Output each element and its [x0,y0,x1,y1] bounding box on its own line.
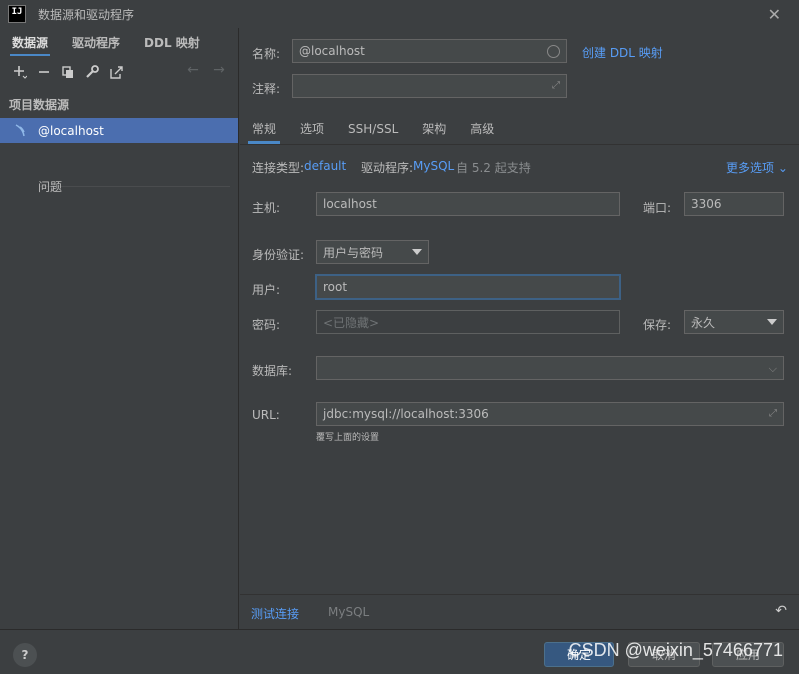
auth-label: 身份验证: [252,248,305,262]
save-select[interactable]: 永久 [684,310,784,334]
user-value: root [323,280,348,294]
left-toolbar: ← → [0,58,238,86]
database-label: 数据库: [252,364,293,378]
driver-name: MySQL [328,605,370,619]
url-value: jdbc:mysql://localhost:3306 [323,407,489,421]
tabs-separator [240,144,799,145]
tab-general[interactable]: 常规 [247,114,281,144]
port-label: 端口: [643,201,672,215]
url-field[interactable]: jdbc:mysql://localhost:3306 ⤢ [316,402,784,426]
window-title: 数据源和驱动程序 [38,7,135,22]
datasource-label: @localhost [38,123,104,138]
remove-icon[interactable] [32,61,56,83]
right-panel: 名称: @localhost 创建 DDL 映射 注释: ⤢ 常规 选项 SSH… [240,28,799,629]
expand-icon[interactable]: ⤢ [769,408,777,419]
wrench-icon[interactable] [80,61,104,83]
password-placeholder: <已隐藏> [323,315,380,330]
port-field[interactable]: 3306 [684,192,784,216]
open-external-icon[interactable] [104,61,128,83]
app-logo-icon: IJ [8,5,26,23]
user-field[interactable]: root [315,274,621,300]
chevron-down-icon: ⌵ [768,362,777,375]
undo-icon[interactable]: ↶ [775,603,787,619]
datasource-item-localhost[interactable]: @localhost [0,118,238,143]
password-field[interactable]: <已隐藏> [316,310,620,334]
url-hint: 覆写上面的设置 [316,433,380,443]
tab-ddl-mappings[interactable]: DDL 映射 [144,28,200,58]
comment-label: 注释: [252,82,281,96]
driver-label: 驱动程序: [361,161,414,175]
auth-select[interactable]: 用户与密码 [316,240,429,264]
user-label: 用户: [252,283,281,297]
database-select[interactable]: ⌵ [316,356,784,380]
url-label: URL: [252,408,280,422]
dropdown-arrow-icon [412,249,422,255]
host-value: localhost [323,197,377,211]
tab-schemas[interactable]: 架构 [422,114,446,144]
connection-type-link[interactable]: default [304,159,346,173]
driver-support-text: 自 5.2 起支持 [456,161,531,175]
color-circle-icon[interactable] [547,45,560,58]
save-label: 保存: [643,318,672,332]
comment-field[interactable]: ⤢ [292,74,567,98]
nav-arrows: ← → [180,62,232,78]
help-icon[interactable]: ? [13,643,37,667]
host-field[interactable]: localhost [316,192,620,216]
name-field[interactable]: @localhost [292,39,567,63]
tab-ssh-ssl[interactable]: SSH/SSL [348,114,398,144]
forward-arrow-icon[interactable]: → [206,62,232,78]
mysql-dolphin-icon [15,123,25,136]
divider [40,186,230,187]
bottom-bar: 测试连接 MySQL ↶ [240,594,799,629]
tab-drivers[interactable]: 驱动程序 [72,28,120,58]
tab-options[interactable]: 选项 [300,114,324,144]
create-ddl-mapping-link[interactable]: 创建 DDL 映射 [582,44,663,61]
name-value: @localhost [299,44,365,58]
more-options-label: 更多选项 [726,161,775,175]
dialog-window: IJ 数据源和驱动程序 ✕ 数据源 驱动程序 DDL 映射 ← → 项目数据源 … [0,0,799,674]
name-label: 名称: [252,47,281,61]
expand-icon[interactable]: ⤢ [552,80,560,91]
watermark: CSDN @weixin_57466771 [568,640,783,660]
config-tabs: 常规 选项 SSH/SSL 架构 高级 [240,114,799,144]
chevron-down-icon: ⌄ [777,161,788,175]
test-connection-link[interactable]: 测试连接 [251,605,299,622]
password-label: 密码: [252,318,281,332]
host-label: 主机: [252,201,281,215]
footer: ? 确定 取消 应用 CSDN @weixin_57466771 [0,629,799,674]
left-panel: 数据源 驱动程序 DDL 映射 ← → 项目数据源 @localhost 问题 [0,28,239,629]
close-icon[interactable]: ✕ [768,5,781,24]
driver-link[interactable]: MySQL [413,159,454,173]
section-label: 项目数据源 [9,98,70,112]
problems-item[interactable]: 问题 [38,178,62,195]
connection-type-label: 连接类型: [252,161,305,175]
add-icon[interactable] [8,61,32,83]
left-tabs: 数据源 驱动程序 DDL 映射 [0,28,238,58]
tab-advanced[interactable]: 高级 [470,114,494,144]
port-value: 3306 [691,197,722,211]
title-bar: IJ 数据源和驱动程序 ✕ [0,0,799,28]
back-arrow-icon[interactable]: ← [180,62,206,78]
duplicate-icon[interactable] [56,61,80,83]
auth-value: 用户与密码 [323,245,384,260]
tab-datasources[interactable]: 数据源 [9,28,51,58]
dropdown-arrow-icon [767,319,777,325]
save-value: 永久 [691,315,716,330]
more-options-link[interactable]: 更多选项 ⌄ [726,159,788,176]
